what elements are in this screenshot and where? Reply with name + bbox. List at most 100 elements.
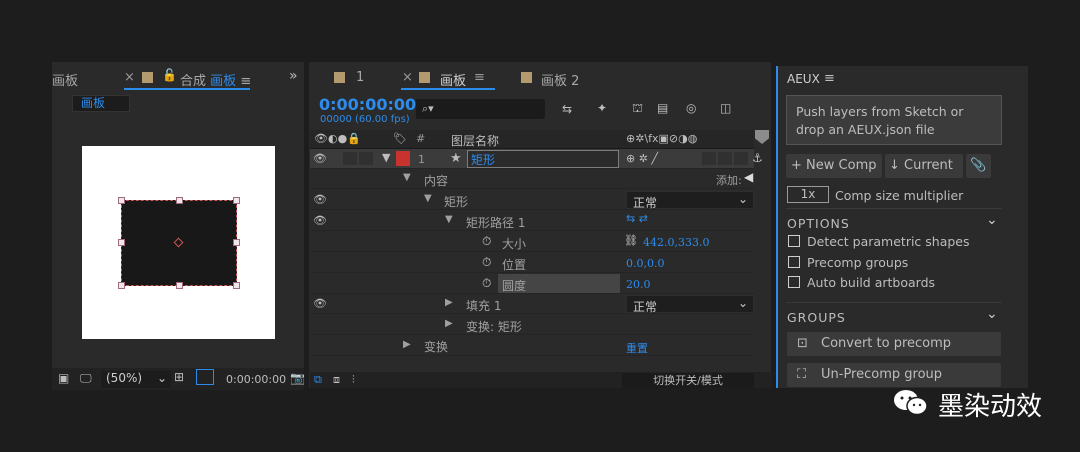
collapsed-arrow-icon[interactable]: ▶ (445, 297, 453, 308)
bbox-handle[interactable] (118, 197, 125, 204)
stretch-toggle-icon[interactable]: ⫶ (352, 373, 355, 387)
position-value[interactable]: 0.0,0.0 (626, 257, 664, 270)
pickwhip-icon[interactable]: ⚓ (752, 151, 763, 165)
layer-label-color[interactable] (396, 151, 410, 166)
close-icon[interactable]: × (402, 70, 413, 85)
tab-comp-1[interactable]: 1 (356, 70, 364, 85)
link-icon[interactable]: ⛓ (624, 234, 638, 247)
eye-icon[interactable]: 👁 (313, 152, 327, 165)
new-comp-button[interactable]: + New Comp (786, 154, 882, 178)
rect-path-label: 矩形路径 1 (466, 216, 526, 230)
expand-panels-icon[interactable]: » (289, 68, 298, 84)
transform-label: 变换 (424, 340, 449, 354)
shy-layers-icon[interactable]: ⛫ (632, 101, 643, 117)
expand-arrow-icon[interactable]: ▼ (424, 193, 432, 204)
layer-number: 1 (418, 153, 425, 166)
bbox-handle[interactable] (118, 282, 125, 289)
transparency-grid-icon[interactable] (196, 369, 214, 385)
layer-name-input[interactable]: 矩形 (467, 150, 619, 168)
footer-timecode[interactable]: 0:00:00:00 (226, 373, 286, 386)
layer-switches-toggle-icon[interactable]: ⧉ (314, 373, 322, 387)
layer-search-input[interactable]: ⌕▾ (416, 99, 545, 119)
current-button[interactable]: ↓ Current (885, 154, 963, 178)
camera-icon[interactable]: 📷 (290, 371, 305, 385)
modes-toggle-icon[interactable]: ⧈ (333, 373, 340, 387)
bbox-handle[interactable] (233, 197, 240, 204)
chevron-down-icon[interactable]: ⌄ (986, 306, 998, 322)
snapshot-icon[interactable]: ▣ (58, 371, 69, 385)
precomp-groups-checkbox[interactable] (788, 256, 800, 268)
bbox-handle[interactable] (118, 239, 125, 246)
expand-arrow-icon[interactable]: ▼ (445, 214, 453, 225)
collapse-arrow-icon[interactable]: ▼ (382, 151, 390, 164)
bbox-handle[interactable] (176, 197, 183, 204)
rect-path-row[interactable] (310, 211, 754, 231)
roundness-value[interactable]: 20.0 (626, 278, 651, 291)
drop-zone[interactable]: Push layers from Sketch or drop an AEUX.… (786, 95, 1002, 145)
stopwatch-icon[interactable]: ⏱ (482, 234, 491, 249)
lock-icon[interactable]: 🔓 (162, 68, 177, 82)
bbox-handle[interactable] (233, 282, 240, 289)
collapsed-arrow-icon[interactable]: ▶ (445, 318, 453, 329)
frame-blending-icon[interactable]: ▤ (657, 101, 668, 115)
region-icon[interactable]: ⊞ (174, 370, 184, 384)
eye-icon[interactable]: 👁 (313, 297, 327, 310)
paperclip-icon[interactable]: 📎 (966, 154, 991, 178)
aeux-title[interactable]: AEUX (787, 72, 820, 86)
comp-breadcrumb[interactable]: 画板 (72, 95, 130, 112)
convert-precomp-button[interactable]: ⊡ Convert to precomp (787, 332, 1001, 356)
position-row[interactable] (310, 253, 754, 273)
size-value[interactable]: 442.0,333.0 (643, 236, 709, 249)
graph-editor-icon[interactable]: ◫ (720, 101, 731, 115)
timeline-timecode[interactable]: 0:00:00:00 (319, 95, 416, 114)
auto-build-checkbox[interactable] (788, 276, 800, 288)
chevron-down-icon: ⌄ (737, 192, 748, 206)
fill-blend-dropdown[interactable]: 正常 ⌄ (626, 295, 754, 314)
comp-flowchart-icon[interactable]: ⇆ (562, 102, 572, 116)
path-direction-icon[interactable]: ⇆ ⇄ (626, 212, 648, 225)
av-features-icon[interactable]: 👁◐●🔒 (314, 132, 361, 145)
draft-3d-icon[interactable]: ✦ (597, 101, 607, 115)
switch-box[interactable] (702, 152, 716, 165)
monitor-icon[interactable]: 🖵 (80, 371, 92, 386)
content-row[interactable] (310, 169, 754, 189)
stopwatch-icon[interactable]: ⏱ (482, 255, 491, 270)
switch-box[interactable] (734, 152, 748, 165)
add-label[interactable]: 添加: (716, 172, 742, 188)
detect-parametric-checkbox[interactable] (788, 235, 800, 247)
close-icon[interactable]: × (124, 70, 135, 85)
blend-mode-dropdown[interactable]: 正常 ⌄ (626, 191, 754, 210)
motion-blur-icon[interactable]: ◎ (686, 101, 696, 115)
layer-switches[interactable]: ⊕ ✲ ╱ (626, 152, 658, 165)
multiplier-input[interactable]: 1x (787, 186, 829, 203)
col-layer-name[interactable]: 图层名称 (451, 132, 499, 149)
unprecomp-button[interactable]: ⛶ Un-Precomp group (787, 363, 1001, 387)
bbox-handle[interactable] (176, 282, 183, 289)
tab-comp-artboard-2[interactable]: 画板 2 (541, 70, 579, 89)
fill-label: 填充 1 (466, 299, 502, 313)
tab-comp-artboard[interactable]: 画板 (440, 70, 466, 89)
toggle-switches-modes-button[interactable]: 切换开关/模式 (622, 373, 754, 388)
stopwatch-icon[interactable]: ⏱ (482, 276, 491, 291)
transform-rect-row[interactable] (310, 315, 754, 335)
reset-link[interactable]: 重置 (626, 340, 648, 356)
expand-arrow-icon[interactable]: ▼ (403, 172, 411, 183)
menu-icon[interactable]: ≡ (474, 70, 485, 85)
menu-icon[interactable]: ≡ (240, 74, 251, 89)
collapsed-arrow-icon[interactable]: ▶ (403, 339, 411, 350)
eye-icon[interactable]: 👁 (313, 214, 327, 227)
tab-partial[interactable]: 画板 (52, 70, 78, 89)
tab-composition[interactable]: 合成 画板 ≡ (180, 70, 251, 89)
menu-icon[interactable]: ≡ (824, 71, 835, 86)
solo-toggle[interactable] (359, 152, 373, 165)
audio-toggle[interactable] (343, 152, 357, 165)
zoom-dropdown[interactable]: (50%) ⌄ (101, 371, 171, 388)
switch-box[interactable] (718, 152, 732, 165)
bbox-handle[interactable] (233, 239, 240, 246)
label-tag-icon[interactable]: 🏷 (393, 132, 407, 145)
eye-icon[interactable]: 👁 (313, 193, 327, 206)
transform-row[interactable] (310, 336, 754, 356)
chevron-down-icon: ⌄ (156, 371, 167, 385)
add-arrow-icon[interactable]: ◀ (744, 170, 753, 184)
chevron-down-icon[interactable]: ⌄ (986, 212, 998, 228)
